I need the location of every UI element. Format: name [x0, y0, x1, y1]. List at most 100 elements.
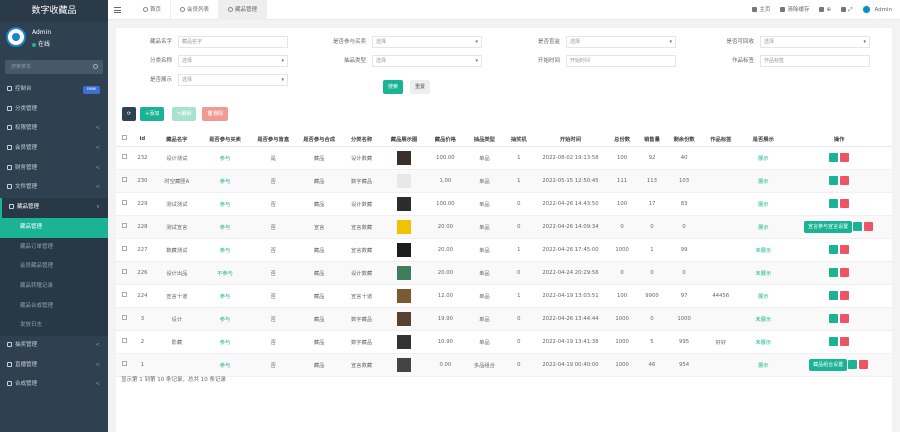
search-icon[interactable] [93, 64, 98, 69]
top-action-2[interactable]: ⊕ [819, 0, 831, 20]
filter-select[interactable]: 选择 [760, 36, 870, 48]
filter-label: 是否展示 [149, 77, 172, 83]
row-checkbox[interactable] [121, 269, 127, 274]
edit-row-icon[interactable] [829, 268, 839, 277]
sidebar-item-3[interactable]: 会员管理 < [0, 139, 108, 159]
row-checkbox[interactable] [121, 223, 127, 228]
menu-toggle-icon[interactable] [114, 7, 121, 13]
sidebar-item-lower-2[interactable]: 合成管理 < [0, 375, 108, 395]
edit-row-icon[interactable] [829, 291, 839, 300]
table-row[interactable]: 226 设计出品 不参与否藏品 设计数藏 20.00 单品 0 2022-04-24 20:2… [116, 261, 892, 285]
edit-row-icon[interactable] [829, 176, 839, 185]
edit-row-icon[interactable] [848, 360, 858, 369]
sidebar-item-0[interactable]: 控制台 new [0, 80, 108, 100]
filter-select[interactable]: 选择 [566, 36, 676, 48]
edit-row-icon[interactable] [829, 314, 839, 323]
delete-row-icon[interactable] [840, 153, 850, 162]
row-checkbox[interactable] [121, 246, 127, 251]
row-checkbox[interactable] [121, 154, 127, 159]
avatar[interactable] [6, 27, 26, 47]
delete-row-icon[interactable] [859, 360, 869, 369]
cell-trade: 参与 [200, 353, 250, 377]
collection-thumbnail[interactable] [397, 242, 412, 257]
sidebar-item-1[interactable]: 分类管理 [0, 100, 108, 120]
sidebar-subitem-2[interactable]: 会员藏品管理 [0, 257, 108, 277]
sidebar-item-4[interactable]: 财务管理 < [0, 159, 108, 179]
sidebar-subitem-3[interactable]: 藏品转赠记录 [0, 276, 108, 297]
collection-thumbnail[interactable] [397, 219, 412, 234]
collection-thumbnail[interactable] [397, 288, 412, 303]
sidebar-subitem-4[interactable]: 藏品合成管理 [0, 296, 108, 317]
table-row[interactable]: 2 影藏 参与否藏品 数字藏品 10.90 单品 0 2022-04-19 13:41:38 1… [116, 330, 892, 354]
refresh-button[interactable]: ⟳ [122, 107, 136, 121]
collection-thumbnail[interactable] [397, 150, 412, 165]
edit-row-icon[interactable] [829, 199, 839, 208]
filter-select[interactable]: 选择 [178, 55, 288, 67]
top-action-0[interactable]: 主页 [752, 0, 770, 20]
menu-search-input[interactable]: 搜索菜单 [5, 60, 103, 74]
delete-row-icon[interactable] [840, 314, 850, 323]
sidebar-subitem-1[interactable]: 藏品订单管理 [0, 237, 108, 258]
sidebar-item-lower-1[interactable]: 直播管理 < [0, 356, 108, 376]
reset-button[interactable]: 重置 [410, 80, 431, 94]
table-row[interactable]: 1 参与否藏品 宣言数藏 0.00 多品组合 0 2022-04-19 00:40:00 10… [116, 353, 892, 377]
delete-row-icon[interactable] [840, 268, 850, 277]
tab-1[interactable]: 会员列表 [171, 0, 220, 20]
delete-row-icon[interactable] [840, 337, 850, 346]
tab-0[interactable]: 首页 [134, 0, 172, 20]
filter-input[interactable]: 藏品名字 [178, 36, 288, 48]
collection-thumbnail[interactable] [397, 357, 412, 372]
collection-thumbnail[interactable] [397, 311, 412, 326]
row-checkbox[interactable] [121, 200, 127, 205]
top-action-3[interactable]: ⤢ [841, 0, 852, 20]
edit-row-icon[interactable] [829, 153, 839, 162]
tab-2[interactable]: 藏品管理 [219, 0, 268, 20]
table-row[interactable]: 232 设计测试 参与是藏品 设计数藏 100.00 单品 1 2022-08-02 19:1… [116, 146, 892, 170]
top-action-1[interactable]: 清除缓存 [780, 0, 809, 20]
extra-settings-button[interactable]: 藏品组合设置 [809, 358, 848, 371]
row-checkbox[interactable] [121, 177, 127, 182]
edit-row-icon[interactable] [829, 337, 839, 346]
edit-row-icon[interactable] [853, 222, 863, 231]
filter-select[interactable]: 选择 [372, 36, 482, 48]
row-checkbox[interactable] [121, 338, 127, 343]
row-checkbox[interactable] [121, 292, 127, 297]
delete-row-icon[interactable] [840, 199, 850, 208]
table-row[interactable]: 228 测试宣言 参与否宣言 宣言数藏 20.00 单品 0 2022-04-26 14:09… [116, 215, 892, 239]
row-checkbox[interactable] [121, 361, 127, 366]
delete-row-icon[interactable] [864, 222, 874, 231]
table-row[interactable]: 3 设计 参与否藏品 数字藏品 19.90 单品 0 2022-04-26 13:44:44 1… [116, 307, 892, 331]
sidebar-item-6[interactable]: 藏品管理 ∨ [0, 198, 108, 218]
edit-row-icon[interactable] [829, 245, 839, 254]
table-row[interactable]: 230 时空藏匣A 参与否藏品 数字藏品 1.00 单品 1 2022-05-15 12:50… [116, 169, 892, 193]
extra-settings-button[interactable]: 宣言参与宣言设置 [804, 220, 853, 233]
delete-row-icon[interactable] [840, 245, 850, 254]
filter-input[interactable]: 作品标签 [760, 55, 870, 67]
sidebar-item-5[interactable]: 文件管理 < [0, 178, 108, 198]
table-row[interactable]: 224 宣言十道 参与否藏品 宣言十道 12.00 单品 1 2022-04-19 13:03… [116, 284, 892, 308]
collection-thumbnail[interactable] [397, 196, 412, 211]
sidebar-subitem-5[interactable]: 发放日志 [0, 316, 108, 336]
user-name[interactable]: Admin [32, 29, 51, 36]
table-row[interactable]: 229 测试测试 参与否藏品 设计数藏 100.00 单品 0 2022-04-26 14:4… [116, 192, 892, 216]
collection-thumbnail[interactable] [397, 265, 412, 280]
search-button[interactable]: 搜索 [383, 80, 404, 94]
table-row[interactable]: 227 数藏测试 参与否藏品 宣言数藏 20.00 单品 1 2022-04-26 17:45… [116, 238, 892, 262]
filter-select[interactable]: 选择 [372, 55, 482, 67]
column-header[interactable] [116, 132, 133, 147]
delete-row-icon[interactable] [840, 291, 850, 300]
delete-button[interactable]: 🗑删除 [202, 107, 229, 121]
filter-input[interactable]: 开始时间 [566, 55, 676, 67]
filter-select[interactable]: 选择 [178, 74, 288, 86]
delete-row-icon[interactable] [840, 176, 850, 185]
select-all-checkbox[interactable] [121, 135, 127, 141]
collection-thumbnail[interactable] [397, 173, 412, 188]
edit-button[interactable]: ✎编辑 [172, 107, 197, 121]
sidebar-subitem-0[interactable]: 藏品管理 [0, 217, 108, 238]
row-checkbox[interactable] [121, 315, 127, 320]
sidebar-item-lower-0[interactable]: 抽奖管理 < [0, 336, 108, 356]
admin-menu[interactable]: Admin [862, 0, 892, 20]
sidebar-item-2[interactable]: 权限管理 < [0, 119, 108, 139]
add-button[interactable]: +添加 [140, 107, 165, 121]
collection-thumbnail[interactable] [397, 334, 412, 349]
